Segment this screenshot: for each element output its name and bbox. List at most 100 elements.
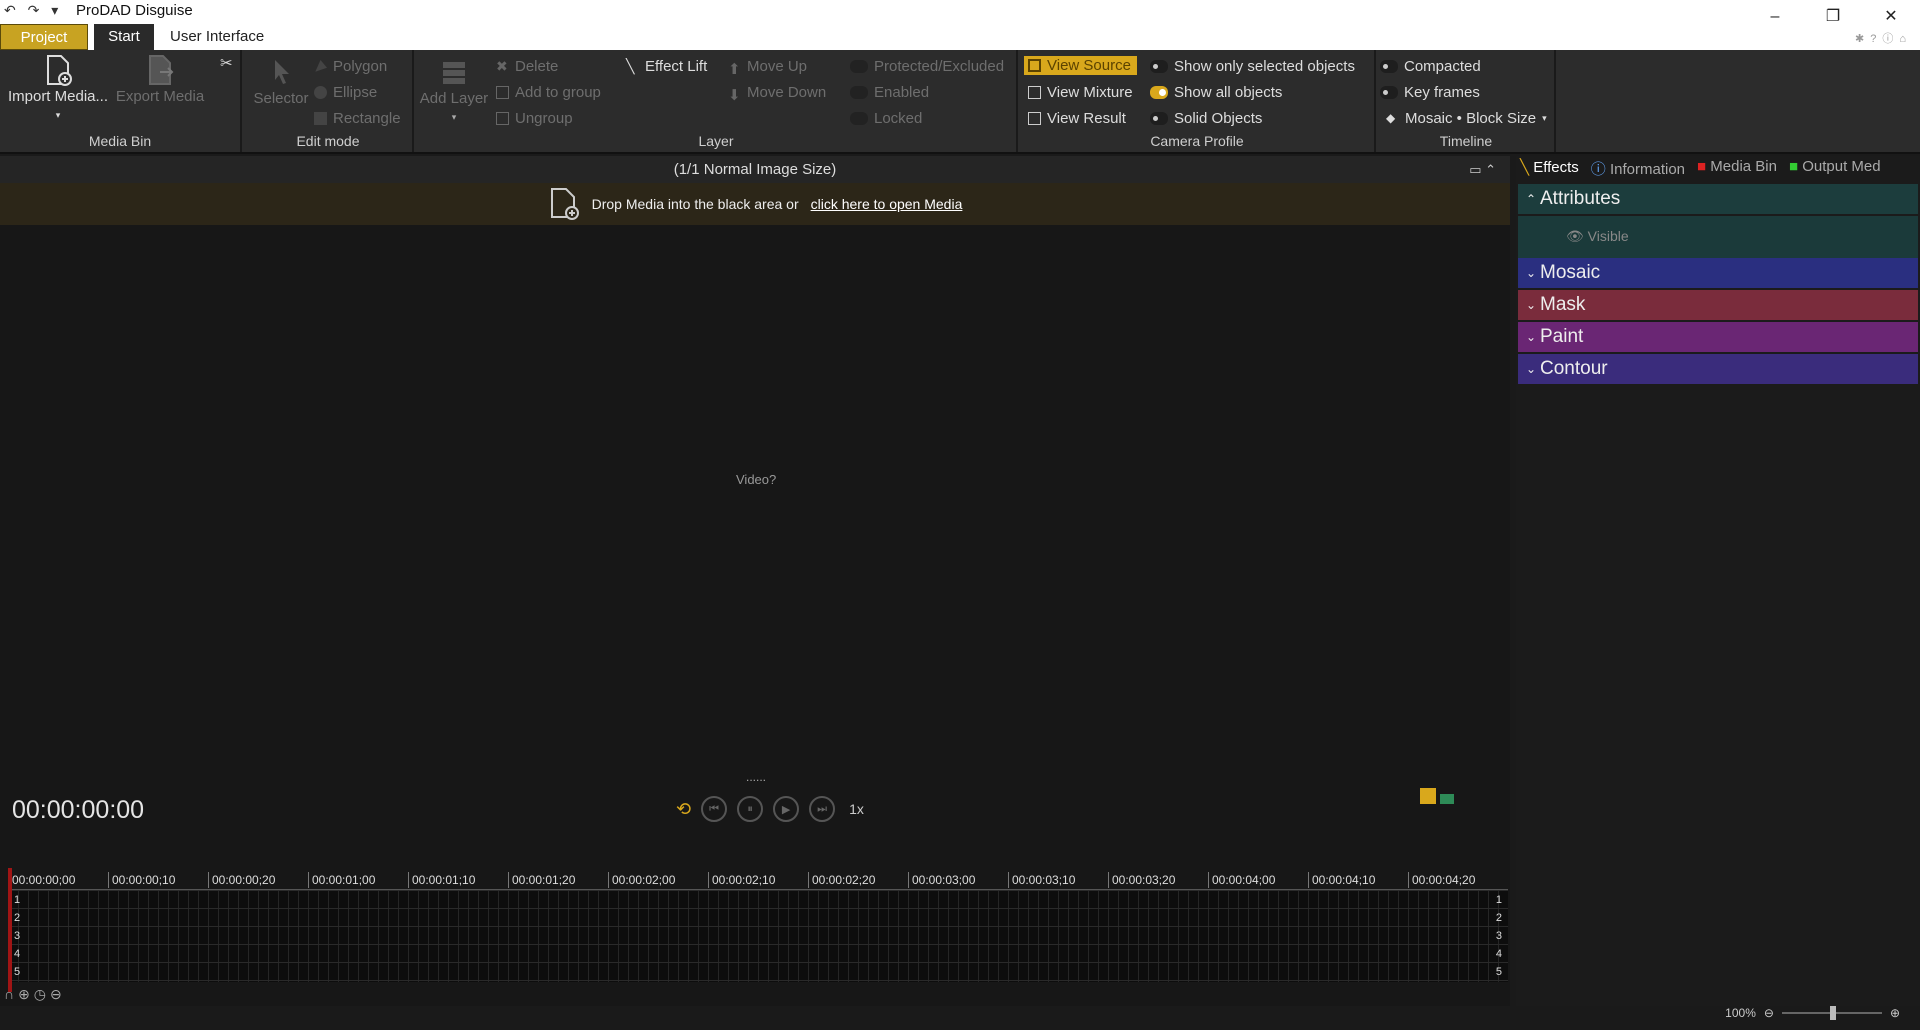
splitter-handle[interactable]: ......: [746, 770, 766, 784]
timeline-tracks[interactable]: 1 1 2 2 3 3 4 4 5 5: [8, 890, 1508, 982]
section-paint[interactable]: ⌄ Paint: [1518, 322, 1918, 352]
show-selected-toggle[interactable]: Show only selected objects: [1150, 58, 1355, 75]
ellipse-button[interactable]: Ellipse: [314, 84, 377, 101]
loop-icon[interactable]: ⟲: [676, 799, 691, 820]
enabled-toggle[interactable]: Enabled: [850, 84, 929, 101]
toggle-off-icon: [1380, 86, 1398, 99]
dropdown-arrow-icon: ▾: [451, 112, 457, 122]
attributes-title: Attributes: [1540, 188, 1621, 209]
quick-access-toolbar[interactable]: ↶ ↷ ▾: [4, 2, 62, 19]
ruler-tick: 00:00:01;20: [508, 872, 575, 888]
monitor-icon: [1028, 59, 1041, 72]
rectangle-button[interactable]: Rectangle: [314, 110, 401, 127]
chevron-down-icon: ⌄: [1526, 298, 1537, 312]
ruler-tick: 00:00:01;10: [408, 872, 475, 888]
transport-controls: ⟲ ⏮ ⏸ ▶ ⏭ 1x: [676, 796, 864, 822]
snapshot-icons[interactable]: [1419, 788, 1454, 809]
zoom-in-icon[interactable]: ⊕: [18, 986, 34, 1002]
tab-media-bin[interactable]: ■ Media Bin: [1697, 158, 1777, 182]
magnet-icon[interactable]: ∩: [4, 986, 18, 1002]
group-label-media-bin: Media Bin: [88, 133, 152, 149]
move-up-button[interactable]: ⬆ Move Up: [728, 58, 807, 78]
help-icons[interactable]: ✱?ⓘ⌂: [1855, 30, 1912, 46]
scissors-icon[interactable]: ✂: [220, 54, 233, 72]
section-attributes[interactable]: ⌃ Attributes: [1518, 184, 1918, 214]
key-frames-toggle[interactable]: Key frames: [1380, 84, 1480, 101]
drop-media-text: Drop Media into the black area or: [591, 196, 799, 212]
section-mask[interactable]: ⌄ Mask: [1518, 290, 1918, 320]
go-start-icon[interactable]: ⏮: [701, 796, 728, 822]
ruler-tick: 00:00:00;00: [8, 872, 75, 888]
ungroup-icon: [496, 112, 509, 125]
export-file-icon: [149, 55, 174, 85]
timeline-ruler[interactable]: 00:00:00;00 00:00:00;10 00:00:00;20 00:00:0…: [8, 868, 1508, 890]
viewer-window-icons[interactable]: ▭ ⌃: [1469, 156, 1496, 183]
move-down-button[interactable]: ⬇ Move Down: [728, 84, 827, 104]
import-media-button[interactable]: Import Media... ▾: [6, 54, 110, 122]
green-square-icon: ■: [1788, 158, 1799, 175]
tab-effects[interactable]: ╲ Effects: [1520, 158, 1579, 182]
import-file-icon: [47, 55, 72, 86]
show-selected-label: Show only selected objects: [1174, 58, 1355, 75]
video-placeholder: Video?: [736, 472, 777, 487]
tab-effects-label: Effects: [1533, 159, 1579, 176]
eye-icon: 👁: [1566, 228, 1584, 244]
compacted-label: Compacted: [1404, 58, 1481, 75]
zoom-out-icon[interactable]: ⊖: [50, 986, 66, 1002]
move-down-label: Move Down: [747, 84, 827, 101]
toggle-off-icon: [850, 86, 868, 99]
effect-lift-button[interactable]: ╲ Effect Lift: [626, 58, 707, 75]
open-media-link[interactable]: click here to open Media: [811, 196, 963, 212]
export-media-button[interactable]: Export Media: [114, 54, 206, 105]
toggle-off-icon: [850, 112, 868, 125]
polygon-button[interactable]: Polygon: [314, 58, 387, 75]
compacted-toggle[interactable]: Compacted: [1380, 58, 1481, 75]
playhead[interactable]: [8, 868, 12, 992]
tab-project[interactable]: Project: [0, 24, 88, 50]
zoom-out-icon[interactable]: ⊖: [1764, 1006, 1774, 1020]
attributes-body: 👁 Visible: [1518, 216, 1918, 260]
view-source-button[interactable]: View Source: [1024, 56, 1137, 75]
selector-button[interactable]: Selector: [250, 56, 312, 107]
tab-start[interactable]: Start: [94, 24, 154, 50]
view-mixture-button[interactable]: View Mixture: [1028, 84, 1133, 101]
timeline[interactable]: 00:00:00;00 00:00:00;10 00:00:00;20 00:00:0…: [8, 868, 1508, 992]
zoom-slider-thumb[interactable]: [1829, 1006, 1836, 1020]
zoom-slider[interactable]: [1781, 1006, 1882, 1020]
enabled-label: Enabled: [874, 84, 930, 101]
locked-toggle[interactable]: Locked: [850, 110, 922, 127]
play-icon[interactable]: ▶: [773, 796, 800, 822]
playback-speed[interactable]: 1x: [849, 801, 864, 817]
mosaic-block-size-dropdown[interactable]: ◆ Mosaic • Block Size ▾: [1386, 110, 1547, 127]
pause-icon[interactable]: ⏸: [737, 796, 764, 822]
tab-information[interactable]: ⓘ Information: [1591, 158, 1685, 182]
group-camera-profile: View Source View Mixture View Result Sho…: [1020, 50, 1376, 152]
tab-output[interactable]: ■ Output Med: [1789, 158, 1881, 182]
dropdown-arrow-icon: ▾: [55, 110, 61, 120]
section-contour[interactable]: ⌄ Contour: [1518, 354, 1918, 384]
marker-green-icon[interactable]: [1440, 794, 1454, 804]
visible-label[interactable]: Visible: [1588, 228, 1629, 244]
add-to-group-button[interactable]: Add to group: [496, 84, 601, 101]
view-result-button[interactable]: View Result: [1028, 110, 1126, 127]
diamond-icon: ◆: [1386, 111, 1396, 125]
marker-icon[interactable]: [1419, 788, 1436, 804]
toggle-on-icon: [1150, 86, 1168, 99]
solid-objects-toggle[interactable]: Solid Objects: [1150, 110, 1262, 127]
clock-icon[interactable]: ◷: [34, 986, 50, 1002]
chevron-down-icon: ⌄: [1526, 266, 1537, 280]
toggle-off-icon: [1150, 60, 1168, 73]
go-end-icon[interactable]: ⏭: [809, 796, 836, 822]
monitor-icon: [1028, 86, 1041, 99]
delete-button[interactable]: ✖ Delete: [496, 58, 558, 75]
section-mosaic[interactable]: ⌄ Mosaic: [1518, 258, 1918, 288]
tab-media-bin-label: Media Bin: [1710, 158, 1777, 175]
tab-user-interface[interactable]: User Interface: [160, 24, 274, 50]
protected-toggle[interactable]: Protected/Excluded: [850, 58, 1004, 75]
toggle-off-icon: [1380, 60, 1398, 73]
add-layer-button[interactable]: Add Layer ▾: [418, 56, 490, 124]
ungroup-label: Ungroup: [515, 110, 573, 127]
show-all-toggle[interactable]: Show all objects: [1150, 84, 1282, 101]
zoom-in-icon[interactable]: ⊕: [1890, 1006, 1900, 1020]
ungroup-button[interactable]: Ungroup: [496, 110, 573, 127]
